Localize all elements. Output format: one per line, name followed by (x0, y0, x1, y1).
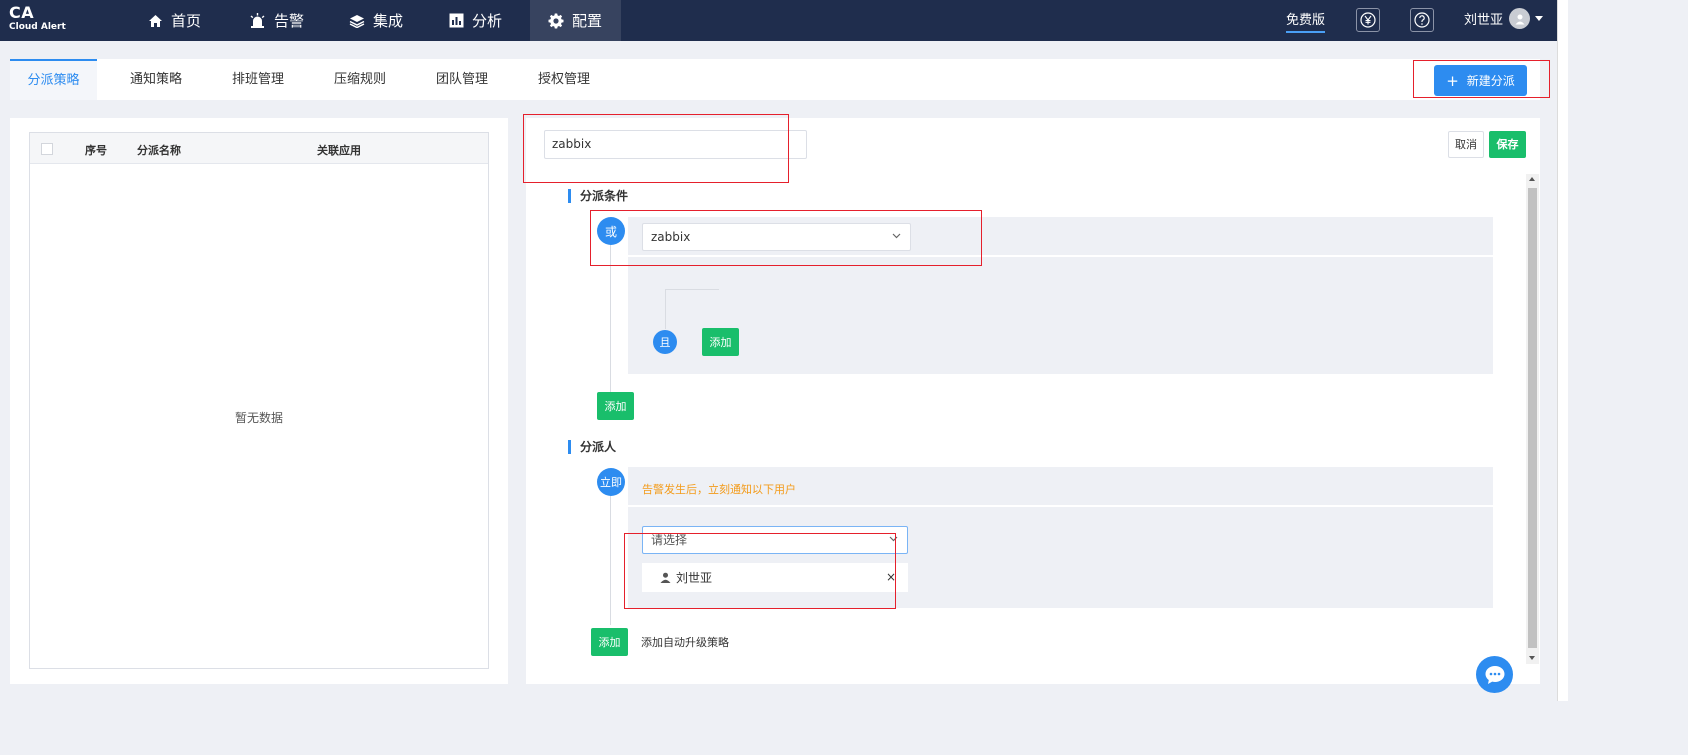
column-index[interactable]: 序号 (85, 142, 107, 158)
chart-icon (449, 13, 464, 28)
help-button[interactable] (1410, 8, 1434, 32)
tab-schedule[interactable]: 排班管理 (218, 59, 298, 100)
chat-icon (1485, 665, 1504, 684)
annotation-box (523, 114, 789, 183)
add-escalation-button[interactable]: 添加 (591, 628, 628, 656)
nav-home-label: 首页 (171, 12, 202, 30)
plan-badge[interactable]: 免费版 (1286, 9, 1326, 33)
tab-auth[interactable]: 授权管理 (524, 59, 604, 100)
nav-analysis[interactable]: 分析 (431, 0, 520, 41)
cancel-button[interactable]: 取消 (1448, 131, 1484, 158)
table-header: 序号 分派名称 关联应用 (30, 133, 488, 164)
add-escalation-link[interactable]: 添加自动升级策略 (641, 634, 729, 650)
and-connector (665, 289, 719, 329)
nav-alarm-label: 告警 (274, 12, 305, 30)
gear-icon (548, 13, 564, 28)
nav-analysis-label: 分析 (472, 12, 503, 30)
window-edge-strip (1557, 0, 1568, 701)
conditions-title: 分派条件 (568, 189, 628, 203)
editor-scrollbar[interactable] (1526, 174, 1539, 664)
tab-notify-policy[interactable]: 通知策略 (116, 59, 196, 100)
billing-button[interactable] (1356, 8, 1380, 32)
scroll-up-icon[interactable] (1529, 177, 1535, 181)
user-menu[interactable]: 刘世亚 (1464, 8, 1544, 29)
and-badge: 且 (653, 330, 677, 354)
select-all-checkbox[interactable] (41, 143, 53, 155)
nav-config[interactable]: 配置 (530, 0, 621, 41)
home-icon (149, 14, 162, 27)
help-icon (1414, 12, 1430, 28)
annotation-box (590, 210, 982, 266)
scroll-down-icon[interactable] (1529, 656, 1535, 660)
top-nav-bar: CA Cloud Alert 首页 告警 集成 分析 配置 免费版 刘世亚 (0, 0, 1568, 41)
nav-config-label: 配置 (572, 12, 603, 30)
add-and-condition-button[interactable]: 添加 (702, 328, 739, 356)
immediate-badge: 立即 (597, 468, 625, 496)
avatar (1509, 8, 1531, 29)
annotation-box (1413, 60, 1550, 98)
yen-icon (1360, 12, 1376, 28)
tab-dispatch-policy[interactable]: 分派策略 (10, 59, 97, 100)
save-button[interactable]: 保存 (1489, 131, 1526, 158)
settings-tabs: 分派策略 通知策略 排班管理 压缩规则 团队管理 授权管理 (10, 59, 1540, 100)
logo-sub: Cloud Alert (9, 22, 66, 32)
annotation-box (624, 533, 896, 609)
tab-compress-rules[interactable]: 压缩规则 (320, 59, 400, 100)
support-chat-button[interactable] (1476, 656, 1513, 693)
scroll-thumb[interactable] (1528, 188, 1537, 648)
layers-icon (349, 14, 365, 28)
logo-main: CA (9, 3, 35, 22)
user-icon (1515, 14, 1525, 24)
nav-home[interactable]: 首页 (130, 0, 219, 41)
assignee-connector (610, 480, 611, 625)
nav-integration-label: 集成 (373, 12, 404, 30)
assignee-title: 分派人 (568, 440, 616, 454)
empty-state: 暂无数据 (234, 411, 283, 425)
column-app[interactable]: 关联应用 (317, 142, 361, 158)
and-group-body (628, 257, 1493, 374)
user-name: 刘世亚 (1464, 13, 1504, 28)
chevron-down-icon (1535, 16, 1544, 21)
add-or-condition-button[interactable]: 添加 (597, 392, 634, 420)
app-logo[interactable]: CA Cloud Alert (9, 4, 66, 33)
notify-hint: 告警发生后，立刻通知以下用户 (642, 483, 796, 496)
tab-team[interactable]: 团队管理 (422, 59, 502, 100)
column-name[interactable]: 分派名称 (137, 142, 181, 158)
dispatch-list-panel: 序号 分派名称 关联应用 暂无数据 (10, 118, 508, 684)
nav-alarm[interactable]: 告警 (231, 0, 322, 41)
nav-integration[interactable]: 集成 (331, 0, 421, 41)
alarm-icon (250, 13, 265, 28)
dispatch-table: 序号 分派名称 关联应用 暂无数据 (29, 132, 489, 669)
